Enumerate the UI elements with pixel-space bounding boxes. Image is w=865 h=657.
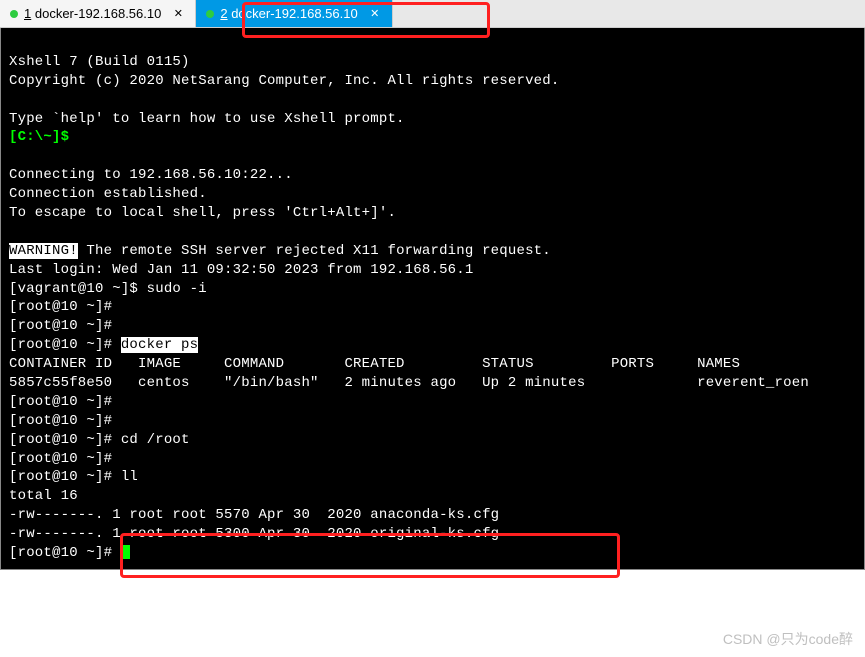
ls-row: -rw-------. 1 root root 5300 Apr 30 2020… [9,526,499,542]
connect-line: To escape to local shell, press 'Ctrl+Al… [9,205,396,221]
warning-label: WARNING! [9,243,78,259]
cmd-docker-ps: docker ps [121,337,198,353]
banner-line: Type `help' to learn how to use Xshell p… [9,111,405,127]
tab-label: docker-192.168.56.10 [231,6,357,21]
ps-row: 5857c55f8e50 centos "/bin/bash" 2 minute… [9,375,809,391]
tab-label: docker-192.168.56.10 [35,6,161,21]
last-login: Last login: Wed Jan 11 09:32:50 2023 fro… [9,262,473,278]
vagrant-prompt: [vagrant@10 ~]$ [9,281,147,297]
cmd-ll: ll [121,469,138,485]
tab-num: 1 [24,6,31,21]
cursor-icon [121,545,130,559]
ls-total: total 16 [9,488,78,504]
status-dot-icon [10,10,18,18]
warning-text: The remote SSH server rejected X11 forwa… [78,243,551,259]
status-dot-icon [206,10,214,18]
tab-1[interactable]: 1 docker-192.168.56.10 ✕ [0,0,196,27]
terminal-output[interactable]: Xshell 7 (Build 0115) Copyright (c) 2020… [0,28,865,570]
cmd-cd: cd /root [121,432,190,448]
connect-line: Connection established. [9,186,207,202]
tab-2[interactable]: 2 docker-192.168.56.10 ✕ [196,0,392,27]
root-prompt: [root@10 ~]# [9,413,121,429]
root-prompt: [root@10 ~]# [9,318,121,334]
cmd-sudo: sudo -i [147,281,207,297]
root-prompt: [root@10 ~]# [9,469,121,485]
tab-bar: 1 docker-192.168.56.10 ✕ 2 docker-192.16… [0,0,865,28]
root-prompt: [root@10 ~]# [9,299,121,315]
ps-header: CONTAINER ID IMAGE COMMAND CREATED STATU… [9,356,740,372]
root-prompt: [root@10 ~]# [9,337,121,353]
connect-line: Connecting to 192.168.56.10:22... [9,167,293,183]
root-prompt: [root@10 ~]# [9,432,121,448]
root-prompt: [root@10 ~]# [9,545,121,561]
local-prompt: [C:\~]$ [9,129,69,145]
watermark: CSDN @只为code醉 [723,629,853,649]
banner-line: Copyright (c) 2020 NetSarang Computer, I… [9,73,560,89]
root-prompt: [root@10 ~]# [9,451,121,467]
close-icon[interactable]: ✕ [171,7,185,21]
ls-row: -rw-------. 1 root root 5570 Apr 30 2020… [9,507,499,523]
root-prompt: [root@10 ~]# [9,394,121,410]
tab-num: 2 [220,6,227,21]
close-icon[interactable]: ✕ [368,7,382,21]
banner-line: Xshell 7 (Build 0115) [9,54,190,70]
